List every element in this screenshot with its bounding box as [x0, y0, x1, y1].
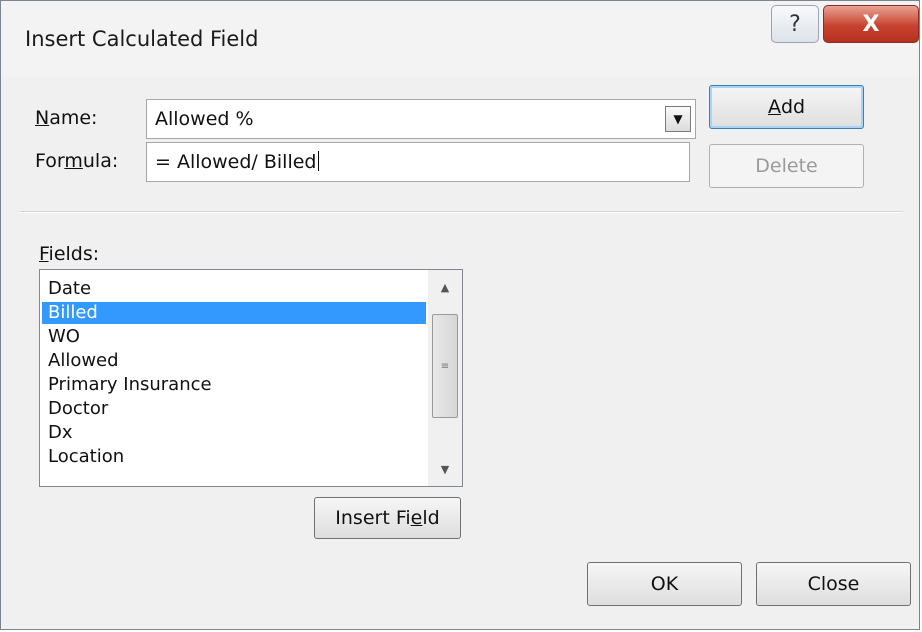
formula-value: = Allowed/ Billed [155, 151, 317, 173]
title-bar: Insert Calculated Field ? X [1, 1, 919, 77]
scroll-down-icon[interactable]: ▼ [428, 452, 462, 486]
grip-icon: ≡ [440, 360, 450, 372]
list-item[interactable]: Primary Insurance [42, 374, 426, 396]
scroll-up-icon[interactable]: ▲ [428, 270, 462, 304]
insert-calculated-field-dialog: Insert Calculated Field ? X Name: Allowe… [0, 0, 920, 630]
list-item[interactable]: WO [42, 326, 426, 348]
text-caret [317, 151, 319, 171]
help-icon: ? [789, 11, 801, 37]
name-combobox[interactable]: Allowed % ▼ [146, 99, 696, 139]
close-icon: X [862, 11, 880, 37]
scrollbar-thumb[interactable]: ≡ [432, 314, 458, 418]
fields-scrollbar[interactable]: ▲ ≡ ▼ [428, 270, 462, 486]
list-item[interactable]: Billed [42, 302, 426, 324]
list-item[interactable]: Location [42, 446, 426, 468]
name-label: Name: [35, 107, 98, 129]
name-value: Allowed % [155, 108, 254, 130]
list-item[interactable]: Dx [42, 422, 426, 444]
fields-listbox[interactable]: Date Billed WO Allowed Primary Insurance… [39, 269, 463, 487]
formula-label: Formula: [35, 150, 119, 172]
dialog-title: Insert Calculated Field [25, 27, 259, 51]
help-button[interactable]: ? [771, 5, 819, 43]
divider [19, 211, 903, 213]
list-item[interactable]: Allowed [42, 350, 426, 372]
list-item[interactable]: Doctor [42, 398, 426, 420]
delete-button[interactable]: Delete [709, 144, 864, 188]
chevron-down-icon[interactable]: ▼ [665, 106, 691, 132]
formula-input[interactable]: = Allowed/ Billed [146, 142, 690, 182]
insert-field-button[interactable]: Insert Fi e ld [314, 497, 461, 539]
add-button[interactable]: Add [709, 85, 864, 129]
list-item[interactable]: Date [42, 278, 426, 300]
ok-button[interactable]: OK [587, 562, 742, 606]
close-button[interactable]: Close [756, 562, 911, 606]
fields-label: Fields: [39, 243, 100, 265]
window-close-button[interactable]: X [823, 5, 919, 43]
